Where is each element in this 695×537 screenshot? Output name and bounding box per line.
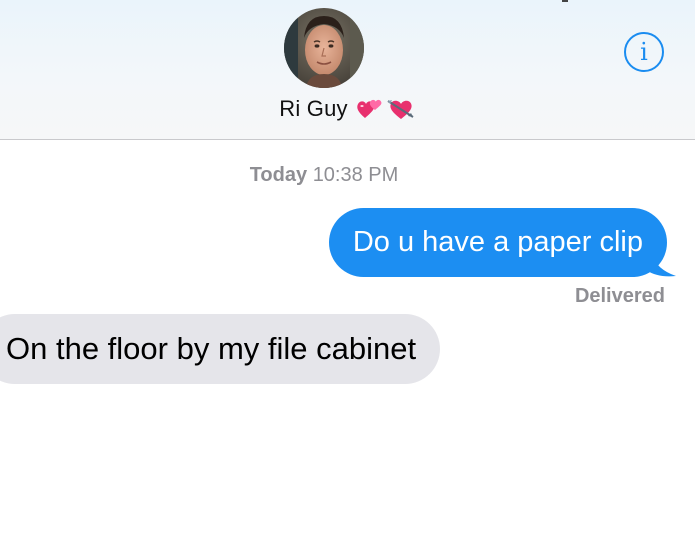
info-icon: i	[640, 38, 648, 66]
received-message-bubble[interactable]: On the floor by my file cabinet	[0, 314, 441, 384]
sent-message-bubble[interactable]: Do u have a paper clip	[328, 208, 667, 277]
received-message-text: On the floor by my file cabinet	[6, 331, 417, 366]
revolving-hearts-icon	[356, 99, 382, 118]
info-button[interactable]: i	[624, 32, 664, 72]
message-timestamp: Today 10:38 PM	[0, 164, 648, 187]
contact-name: Ri Guy	[279, 96, 348, 121]
timestamp-day: Today	[249, 164, 308, 186]
heart-with-arrow-icon	[387, 100, 414, 119]
avatar-photo	[284, 8, 364, 88]
imessage-conversation-screen: Ri Guy i Today 10:38 PM Do u have a pape…	[0, 0, 695, 537]
delivery-status: Delivered	[574, 285, 665, 307]
conversation-header: Ri Guy i	[0, 0, 695, 140]
sent-bubble-tail	[644, 246, 676, 277]
timestamp-time: 10:38 PM	[312, 164, 399, 186]
contact-avatar[interactable]	[284, 8, 364, 88]
contact-emojis	[356, 97, 416, 121]
status-bar-fragment	[562, 0, 568, 2]
contact-name-row[interactable]: Ri Guy	[0, 92, 695, 126]
sent-message-text: Do u have a paper clip	[352, 226, 643, 258]
